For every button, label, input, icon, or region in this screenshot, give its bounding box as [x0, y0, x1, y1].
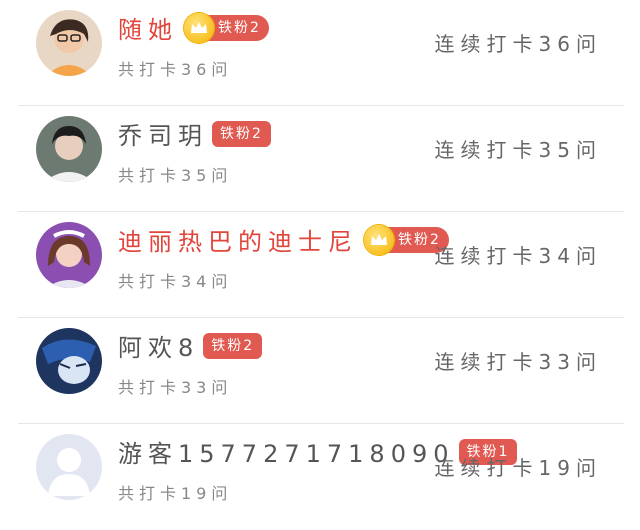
- list-item[interactable]: 乔司玥 铁粉2 共打卡35问 连续打卡35问: [18, 106, 624, 212]
- avatar[interactable]: [36, 434, 102, 500]
- user-photo-icon: [36, 222, 102, 288]
- list-item[interactable]: 游客15772717180​90 铁粉1 共打卡19问 连续打卡19问: [18, 424, 624, 530]
- user-name[interactable]: 游客15772717180​90: [118, 434, 455, 469]
- streak-count: 连续打卡33问: [434, 350, 602, 374]
- streak-count: 连续打卡35问: [434, 138, 602, 162]
- streak-count: 连续打卡36问: [434, 32, 602, 56]
- crown-icon: [364, 224, 394, 255]
- default-user-icon: [36, 434, 102, 500]
- user-name[interactable]: 迪丽热巴的迪士尼: [118, 222, 358, 257]
- user-name[interactable]: 随她: [118, 10, 178, 45]
- total-checkins: 共打卡34问: [118, 272, 233, 291]
- list-item[interactable]: 迪丽热巴的迪士尼 铁粉2 共打卡34问 连续打卡34问: [18, 212, 624, 318]
- user-photo-icon: [36, 328, 102, 394]
- total-checkins: 共打卡19问: [118, 484, 233, 503]
- total-checkins: 共打卡36问: [118, 60, 233, 79]
- total-checkins: 共打卡35问: [118, 166, 233, 185]
- streak-count: 连续打卡34问: [434, 244, 602, 268]
- user-photo-icon: [36, 10, 102, 76]
- list-item[interactable]: 阿欢8 铁粉2 共打卡33问 连续打卡33问: [18, 318, 624, 424]
- user-name[interactable]: 阿欢8: [118, 328, 199, 363]
- checkin-leaderboard: 随她 铁粉2 共打卡36问 连续打卡36问 乔司玥 铁粉2 共打卡35问 连续打…: [0, 0, 640, 530]
- crown-icon: [184, 12, 214, 43]
- user-name[interactable]: 乔司玥: [118, 116, 208, 151]
- avatar[interactable]: [36, 328, 102, 394]
- avatar[interactable]: [36, 10, 102, 76]
- fan-level-badge: 铁粉2: [203, 332, 263, 359]
- streak-count: 连续打卡19问: [434, 456, 602, 480]
- fan-level-badge: 铁粉2: [212, 120, 271, 147]
- total-checkins: 共打卡33问: [118, 378, 233, 397]
- avatar[interactable]: [36, 222, 102, 288]
- list-item[interactable]: 随她 铁粉2 共打卡36问 连续打卡36问: [18, 0, 624, 106]
- user-photo-icon: [36, 116, 102, 182]
- avatar[interactable]: [36, 116, 102, 182]
